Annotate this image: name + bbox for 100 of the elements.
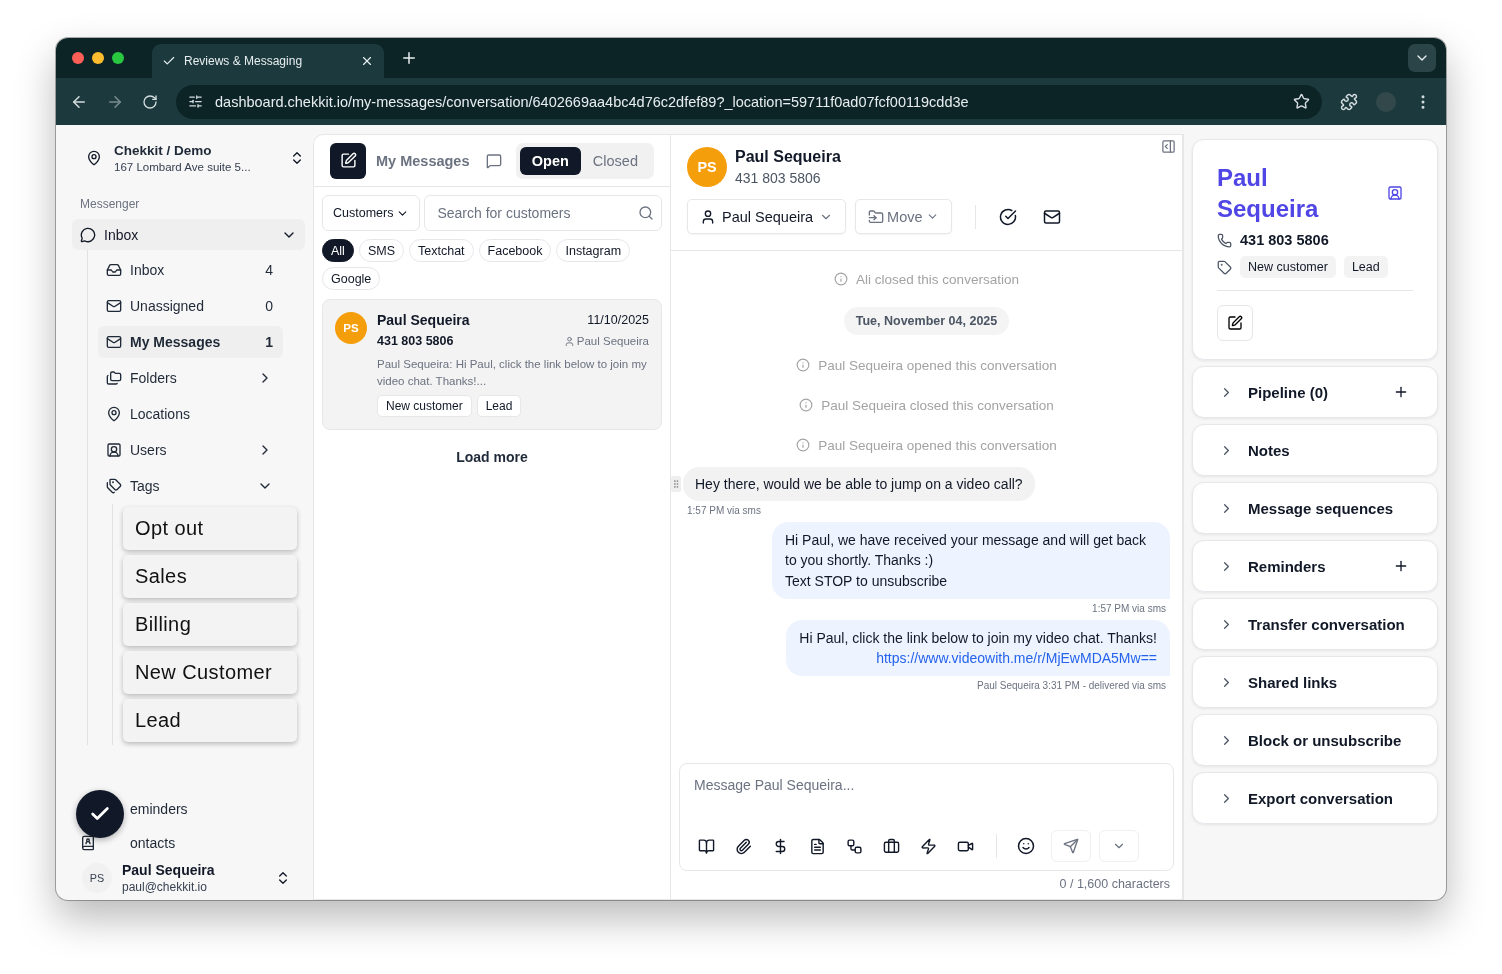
load-more-button[interactable]: Load more — [450, 448, 534, 467]
incoming-message: Hey there, would we be able to jump on a video call? — [683, 467, 1035, 501]
move-dropdown[interactable]: Move — [855, 199, 952, 234]
message-text: Hi Paul, we have received your message and will get back to you shortly. Thanks :) Text STOP to unsubscribe — [785, 531, 1148, 591]
pen-square-icon — [1227, 315, 1243, 332]
system-event: Paul Sequeira closed this conversation — [821, 397, 1054, 413]
list-title: My Messages — [376, 152, 470, 169]
contact-card-icon[interactable] — [1387, 185, 1403, 202]
chat-bubble-icon — [80, 226, 96, 243]
search-field[interactable]: Search for customers — [424, 195, 662, 231]
filter-dropdown[interactable]: Customers — [322, 195, 421, 231]
minimize-window-icon[interactable] — [92, 52, 104, 64]
person-icon — [700, 208, 716, 225]
user-badge-icon — [106, 442, 122, 458]
channel-chip[interactable]: Google — [322, 267, 381, 290]
nav-item[interactable]: My Messages 1 — [98, 326, 283, 358]
folder-arrow-icon — [868, 208, 885, 225]
extensions-icon[interactable] — [1340, 92, 1358, 111]
location-pin-icon — [106, 406, 122, 422]
check-circle-icon[interactable] — [998, 207, 1017, 226]
status-tab[interactable]: Open — [519, 146, 581, 175]
nav-item[interactable]: Inbox 4 — [98, 254, 283, 286]
nav-item[interactable]: Locations — [98, 398, 283, 430]
nav-item[interactable]: Unassigned 0 — [98, 290, 283, 322]
tag-option[interactable]: Lead — [123, 699, 297, 742]
channel-chip[interactable]: Facebook — [478, 239, 552, 262]
briefcase-icon[interactable] — [883, 837, 900, 855]
contact-name: Paul Sequeira — [1217, 163, 1320, 225]
section-card[interactable]: Export conversation — [1192, 772, 1438, 825]
contact-avatar: PS — [335, 312, 367, 344]
tag-option[interactable]: Opt out — [123, 507, 297, 550]
panel-toggle-icon[interactable] — [1161, 139, 1176, 154]
channel-chip[interactable]: Textchat — [409, 239, 474, 262]
emoji-icon[interactable] — [1017, 837, 1035, 855]
status-tab[interactable]: Closed — [580, 146, 650, 175]
section-card[interactable]: Shared links — [1192, 656, 1438, 709]
mail-icon[interactable] — [1042, 207, 1061, 226]
section-card[interactable]: Transfer conversation — [1192, 598, 1438, 651]
tag-option[interactable]: New Customer — [123, 651, 297, 694]
nav-item[interactable]: Folders — [98, 362, 283, 394]
message-meta: 1:57 PM via sms — [1092, 602, 1166, 614]
paperclip-icon[interactable] — [735, 837, 752, 855]
section-card[interactable]: Block or unsubscribe — [1192, 714, 1438, 767]
nav-item[interactable]: Users — [98, 434, 283, 466]
tag-chip: Lead — [1343, 256, 1388, 279]
document-icon[interactable] — [809, 837, 826, 855]
zoom-window-icon[interactable] — [112, 52, 124, 64]
tag-option[interactable]: Billing — [123, 603, 297, 646]
lightning-icon[interactable] — [920, 837, 937, 855]
section-card[interactable]: Notes — [1192, 424, 1438, 477]
channel-chip[interactable]: Instagram — [556, 239, 631, 262]
info-icon — [796, 358, 811, 372]
close-window-icon[interactable] — [72, 52, 84, 64]
tag-icon — [1217, 259, 1232, 275]
close-icon[interactable] — [360, 54, 374, 68]
contacts-book-icon — [80, 835, 96, 851]
section-card[interactable]: Pipeline (0) — [1192, 366, 1438, 419]
nav-item[interactable]: ontacts — [72, 826, 305, 860]
check-button[interactable] — [76, 790, 124, 838]
channel-chip[interactable]: SMS — [358, 239, 404, 262]
message-meta: Paul Sequeira 3:31 PM - delivered via sms — [977, 680, 1166, 692]
tag-option[interactable]: Sales — [123, 555, 297, 598]
tab-list-button[interactable] — [1408, 44, 1436, 72]
workflow-icon[interactable] — [846, 837, 863, 855]
user-name: Paul Sequeira — [122, 862, 216, 878]
address-bar[interactable]: dashboard.chekkit.io/my-messages/conversation/6402669aa4bc4d76c2dfef89?_location=59711f0ad07fcf00119cdd3e — [176, 84, 1322, 119]
section-card[interactable]: Message sequences — [1192, 482, 1438, 535]
channel-chip[interactable]: All — [322, 239, 354, 262]
contact-phone: 431 803 5806 — [735, 170, 822, 186]
nav-item[interactable]: Tags — [98, 470, 283, 502]
system-event: Ali closed this conversation — [856, 271, 1019, 287]
message-link[interactable]: https://www.videowith.me/r/MjEwMDA5Mw== — [876, 648, 1157, 669]
user-avatar: PS — [82, 863, 112, 893]
reload-icon[interactable] — [142, 93, 158, 110]
envelope-icon — [106, 298, 122, 314]
drag-handle-icon[interactable] — [671, 476, 681, 492]
assignee-dropdown[interactable]: Paul Sequeira — [687, 199, 847, 234]
conversation-card[interactable]: PS Paul Sequeira 11/10/2025 431 803 5806 Paul Sequeira Paul Sequeira: Hi Paul, click the link below to join my video chat. Thanks!... New customer Lead — [322, 299, 662, 431]
bookmark-star-icon[interactable] — [1293, 93, 1310, 110]
system-event: Paul Sequeira opened this conversation — [818, 437, 1057, 453]
search-icon[interactable] — [638, 205, 654, 221]
message-icon[interactable] — [485, 152, 502, 169]
book-icon[interactable] — [698, 837, 715, 855]
section-card[interactable]: Reminders — [1192, 540, 1438, 593]
compose-button[interactable] — [330, 142, 366, 179]
person-icon — [563, 335, 575, 347]
site-settings-icon[interactable] — [188, 94, 203, 109]
browser-tab[interactable]: Reviews & Messaging — [152, 44, 384, 78]
contact-phone: 431 803 5806 — [377, 334, 454, 348]
new-tab-icon[interactable] — [400, 49, 418, 67]
conversation-date: 11/10/2025 — [587, 313, 649, 327]
info-icon — [796, 438, 811, 452]
tag-chip: New customer — [1240, 256, 1336, 279]
info-icon — [834, 272, 849, 286]
inbox-tray-icon — [106, 262, 122, 278]
contact-avatar: PS — [687, 147, 727, 187]
inbox-group-header[interactable]: Inbox — [72, 219, 305, 250]
send-button[interactable] — [1051, 830, 1091, 862]
edit-button[interactable] — [1217, 305, 1253, 342]
message-preview: Paul Sequeira: Hi Paul, click the link below to join my video chat. Thanks!... — [377, 357, 648, 389]
